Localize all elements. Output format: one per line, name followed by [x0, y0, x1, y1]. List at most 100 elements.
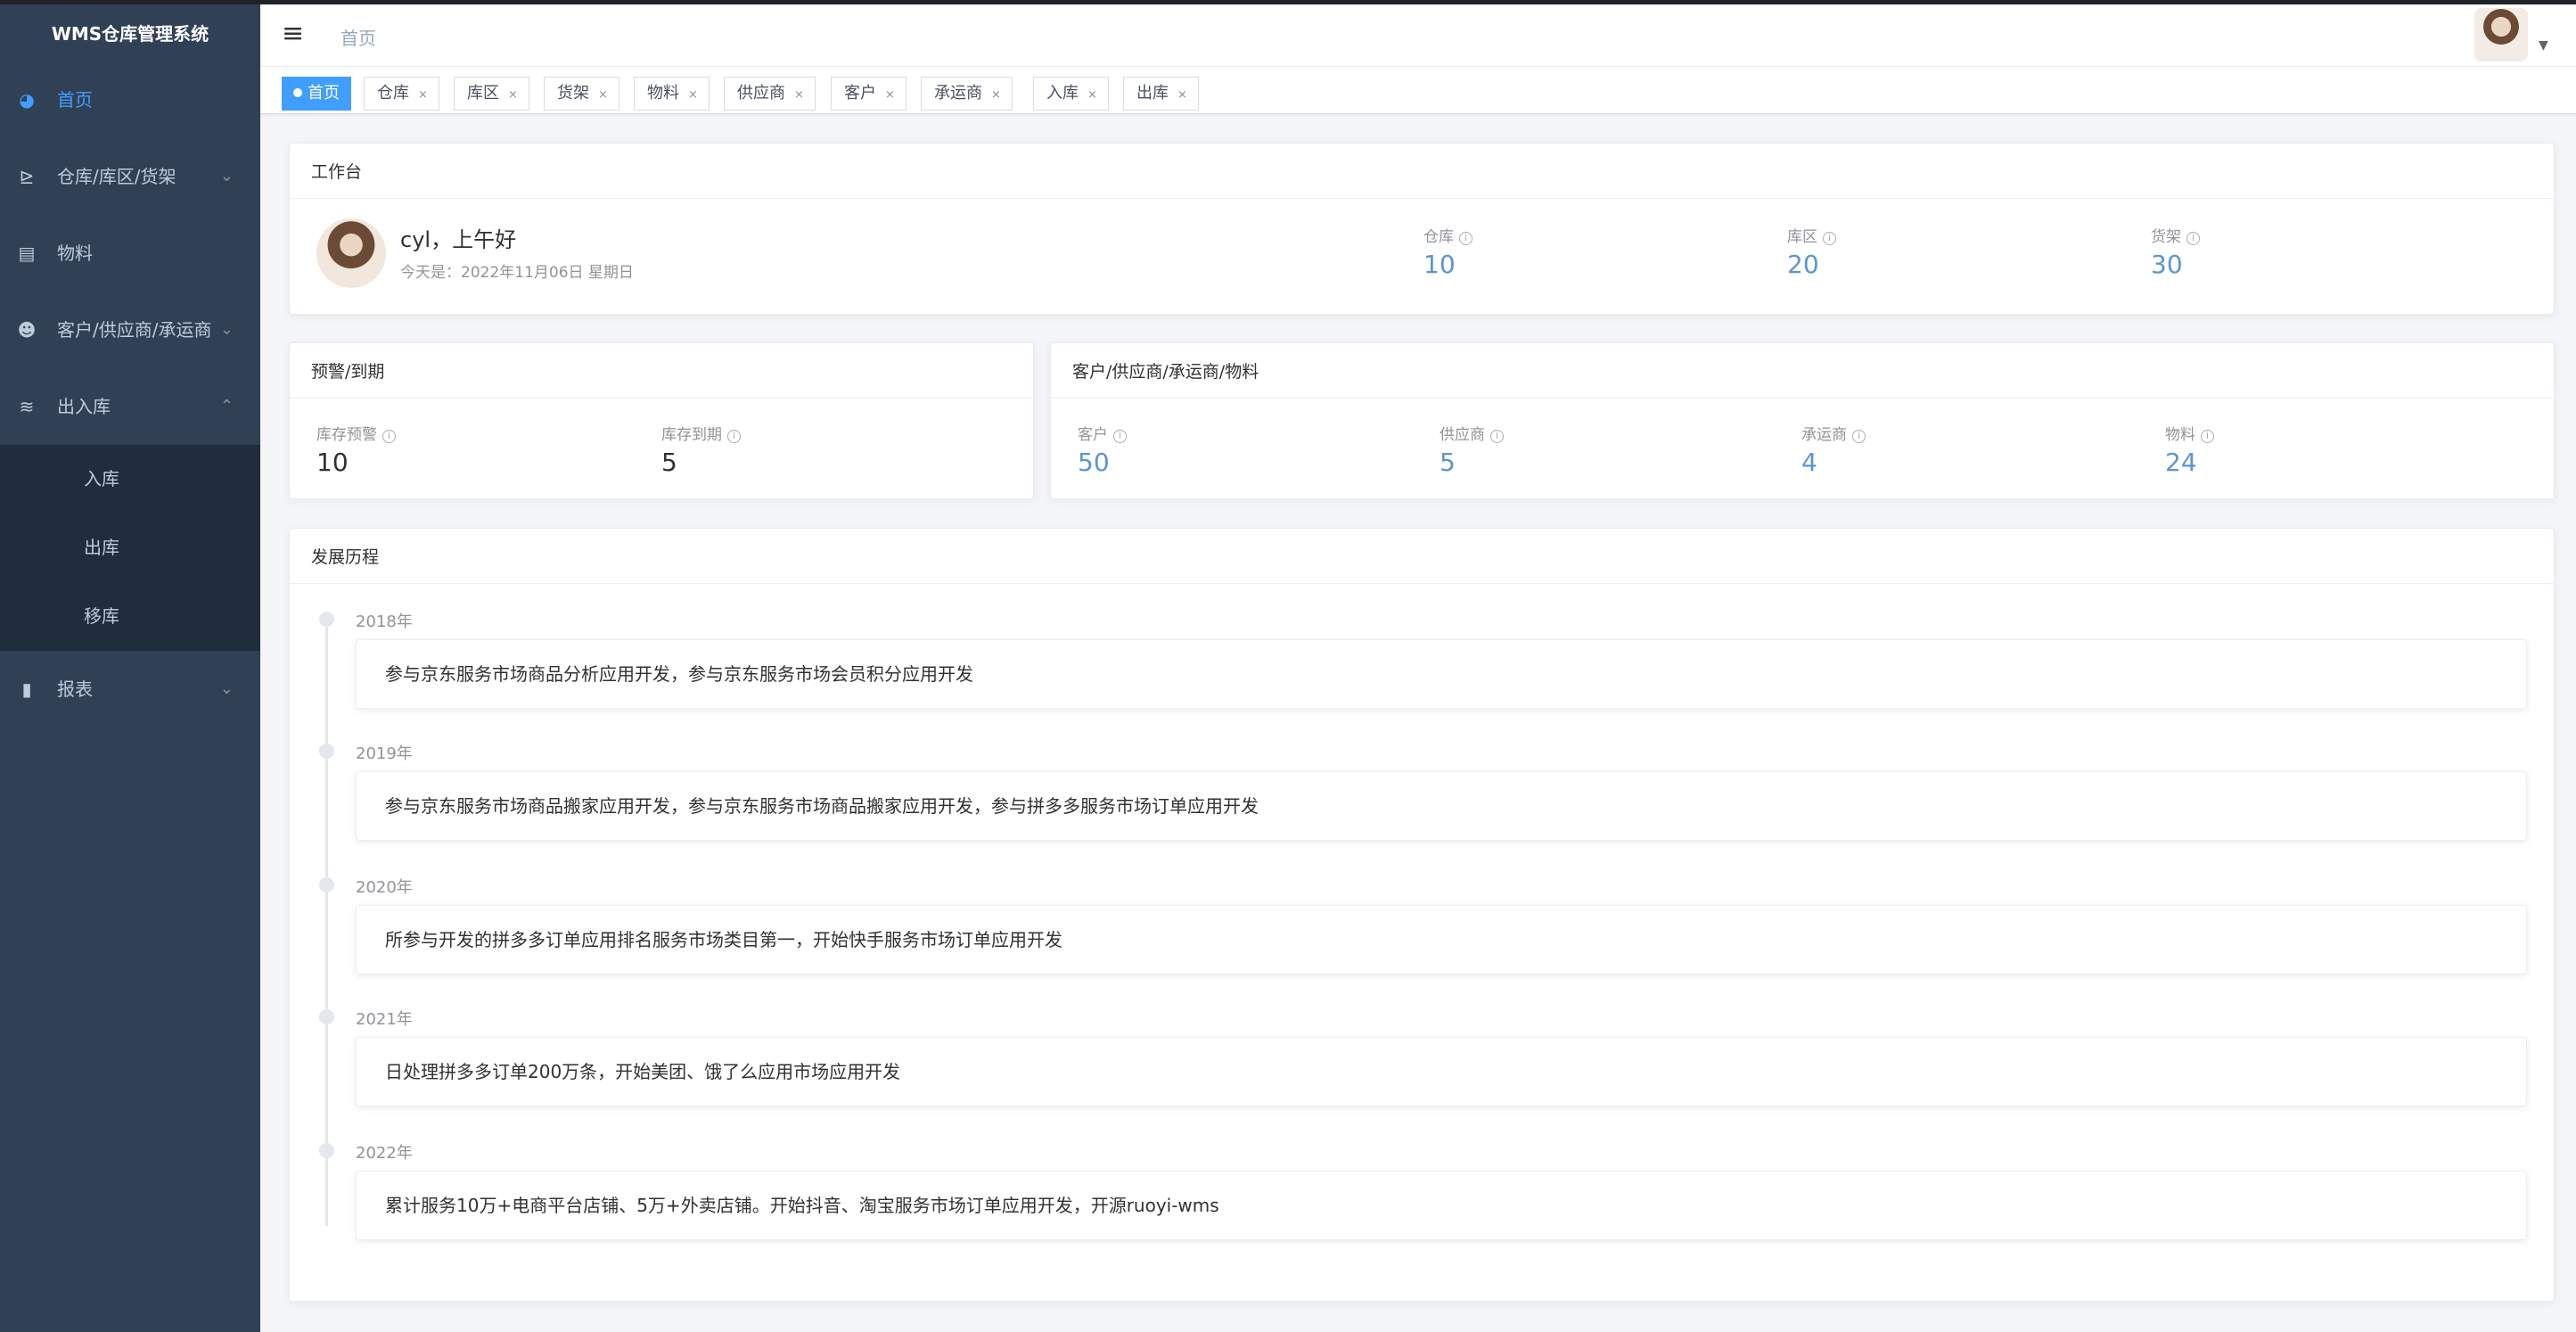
- close-icon[interactable]: ×: [794, 88, 804, 102]
- main-area: ≡ 首页 ▼ 首页 仓库 × 库区 × 货架 × 物料 × 供应商 × 客户 × 承运商 × …: [260, 4, 2576, 1332]
- tag-inbound[interactable]: 入库 ×: [1033, 77, 1109, 111]
- user-avatar[interactable]: [2474, 8, 2528, 62]
- close-icon[interactable]: ×: [1087, 88, 1097, 102]
- people-icon: ☻: [17, 319, 37, 341]
- stat-label: 库区: [1787, 228, 1817, 246]
- sidebar-item-label: 首页: [57, 89, 93, 111]
- stat-shelf: 货架 i 30: [2151, 224, 2200, 279]
- stat-stock-warning: 库存预警 i 10: [316, 422, 396, 477]
- timeline-year: 2020年: [356, 878, 413, 897]
- sidebar-item-material[interactable]: ▤ 物料: [0, 215, 260, 292]
- hamburger-icon[interactable]: ≡: [282, 21, 304, 47]
- tag-label: 客户: [844, 84, 876, 103]
- workbench-card: 工作台 cyl，上午好 今天是：2022年11月06日 星期日 仓库 i 10 库…: [289, 143, 2555, 315]
- timeline-node: [319, 877, 334, 892]
- close-icon[interactable]: ×: [688, 88, 698, 102]
- chevron-down-icon: ⌄: [219, 320, 234, 339]
- timeline-node: [319, 1009, 334, 1024]
- stat-value: 50: [1078, 448, 1110, 477]
- warning-card: 预警/到期 库存预警 i 10 库存到期 i 5: [289, 342, 1034, 499]
- stat-value: 30: [2151, 250, 2183, 279]
- info-icon: i: [1459, 232, 1473, 245]
- close-icon[interactable]: ×: [598, 88, 608, 102]
- timeline-node: [319, 1143, 334, 1158]
- history-title: 发展历程: [290, 529, 2554, 584]
- timeline-card: 所参与开发的拼多多订单应用排名服务市场类目第一，开始快手服务市场订单应用开发: [356, 905, 2527, 974]
- chevron-down-icon: ⌄: [219, 167, 234, 185]
- stat-supplier: 供应商 i 5: [1440, 422, 1504, 477]
- info-icon: i: [1852, 430, 1866, 443]
- tag-area[interactable]: 库区 ×: [454, 77, 529, 111]
- stat-label: 货架: [2151, 228, 2181, 246]
- close-icon[interactable]: ×: [991, 88, 1001, 102]
- submenu-item-outbound[interactable]: 出库: [0, 514, 260, 582]
- sidebar-item-inout[interactable]: ≋ 出入库 ⌃: [0, 368, 260, 445]
- timeline-card: 参与京东服务市场商品分析应用开发，参与京东服务市场会员积分应用开发: [356, 639, 2527, 709]
- warning-title: 预警/到期: [290, 343, 1033, 399]
- tag-label: 库区: [467, 84, 499, 103]
- close-icon[interactable]: ×: [508, 88, 518, 102]
- caret-down-icon[interactable]: ▼: [2539, 38, 2548, 53]
- user-avatar-large: [316, 218, 386, 288]
- partners-title: 客户/供应商/承运商/物料: [1051, 343, 2554, 399]
- sidebar-item-label: 报表: [57, 678, 93, 700]
- timeline-card: 日处理拼多多订单200万条，开始美团、饿了么应用市场应用开发: [356, 1037, 2527, 1106]
- navbar: ≡ 首页 ▼: [260, 4, 2576, 67]
- tag-label: 物料: [647, 84, 679, 103]
- layers-icon: ≋: [19, 396, 35, 417]
- breadcrumb[interactable]: 首页: [340, 24, 376, 50]
- sidebar-item-warehouse[interactable]: ⊵ 仓库/库区/货架 ⌄: [0, 138, 260, 215]
- chevron-up-icon: ⌃: [219, 397, 234, 415]
- sidebar-item-label: 客户/供应商/承运商: [57, 319, 212, 341]
- close-icon[interactable]: ×: [418, 88, 428, 102]
- stat-value: 20: [1787, 250, 1819, 279]
- stat-label: 库存到期: [661, 426, 722, 444]
- timeline-card: 参与京东服务市场商品搬家应用开发，参与京东服务市场商品搬家应用开发，参与拼多多服…: [356, 771, 2527, 841]
- tag-home[interactable]: 首页: [282, 77, 351, 111]
- timeline-node: [319, 612, 334, 627]
- partners-card: 客户/供应商/承运商/物料 客户 i 50 供应商 i 5 承运商 i 4 物料 i 2…: [1050, 342, 2555, 499]
- info-icon: i: [382, 430, 396, 443]
- tag-label: 出库: [1136, 84, 1169, 103]
- timeline-year: 2019年: [356, 744, 413, 763]
- timeline-line: [325, 618, 328, 1226]
- sidebar-item-report[interactable]: ▮ 报表 ⌄: [0, 651, 260, 728]
- sidebar-item-label: 出入库: [57, 396, 111, 417]
- stat-value: 10: [1423, 250, 1456, 279]
- timeline-node: [319, 744, 334, 759]
- close-icon[interactable]: ×: [1177, 88, 1187, 102]
- stat-label: 库存预警: [316, 426, 377, 444]
- history-card: 发展历程 2018年 参与京东服务市场商品分析应用开发，参与京东服务市场会员积分…: [289, 528, 2555, 1302]
- tag-label: 供应商: [737, 84, 785, 103]
- stat-value: 24: [2165, 448, 2197, 477]
- tag-carrier[interactable]: 承运商 ×: [921, 77, 1013, 111]
- chart-icon: ▮: [21, 678, 32, 700]
- stat-value: 4: [1801, 448, 1817, 477]
- submenu-inout: 入库 出库 移库: [0, 445, 260, 651]
- info-icon: i: [1823, 232, 1836, 245]
- dashboard-icon: ◕: [19, 89, 35, 111]
- sidebar-item-label: 物料: [57, 243, 93, 264]
- info-icon: i: [1113, 430, 1127, 443]
- warehouse-icon: ⊵: [19, 166, 35, 187]
- tag-shelf[interactable]: 货架 ×: [544, 77, 619, 111]
- submenu-item-inbound[interactable]: 入库: [0, 445, 260, 514]
- item-icon: ▤: [18, 243, 36, 264]
- sidebar-item-home[interactable]: ◕ 首页: [0, 62, 260, 138]
- tag-label: 首页: [308, 84, 340, 103]
- stat-customer: 客户 i 50: [1078, 422, 1127, 477]
- info-icon: i: [2186, 232, 2200, 245]
- timeline-card: 累计服务10万+电商平台店铺、5万+外卖店铺。开始抖音、淘宝服务市场订单应用开发…: [356, 1171, 2527, 1240]
- tag-label: 货架: [557, 84, 589, 103]
- tag-customer[interactable]: 客户 ×: [831, 77, 907, 111]
- today-date: 今天是：2022年11月06日 星期日: [400, 264, 634, 282]
- sidebar-item-partners[interactable]: ☻ 客户/供应商/承运商 ⌄: [0, 292, 260, 368]
- close-icon[interactable]: ×: [885, 88, 895, 102]
- tag-warehouse[interactable]: 仓库 ×: [364, 77, 439, 111]
- tag-material[interactable]: 物料 ×: [634, 77, 710, 111]
- submenu-item-transfer[interactable]: 移库: [0, 582, 260, 651]
- timeline-year: 2018年: [356, 613, 413, 631]
- tag-outbound[interactable]: 出库 ×: [1123, 77, 1199, 111]
- stat-value: 5: [661, 448, 677, 477]
- tag-supplier[interactable]: 供应商 ×: [724, 77, 816, 111]
